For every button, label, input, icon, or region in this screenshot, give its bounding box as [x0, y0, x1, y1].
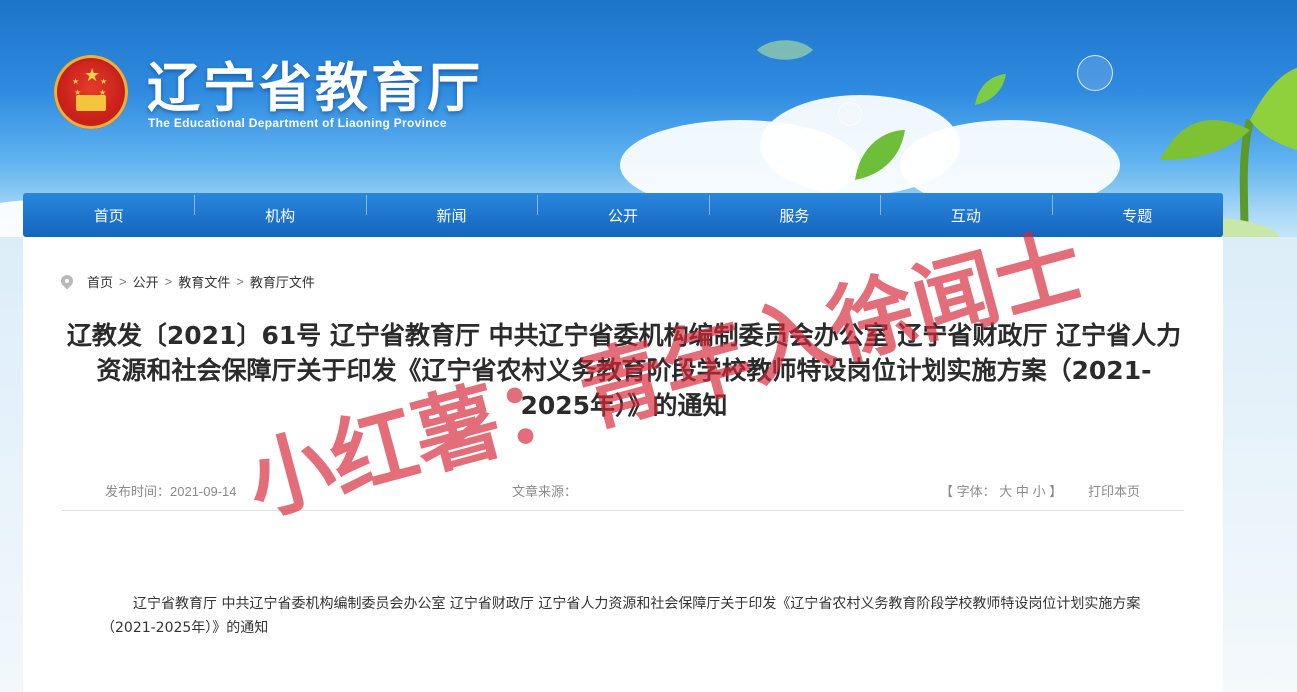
nav-item-news[interactable]: 新闻: [365, 194, 537, 226]
font-size-small-link[interactable]: 小: [1033, 484, 1046, 499]
leaf-decoration: [855, 130, 905, 180]
page-side-band: [1223, 237, 1297, 692]
site-title: 辽宁省教育厅: [147, 58, 483, 119]
breadcrumb-item-public[interactable]: 公开: [133, 272, 159, 291]
font-size-control: 【 字体： 大 中 小 】: [940, 481, 1062, 500]
publish-time-value: 2021-09-14: [170, 484, 237, 499]
publish-time-label: 发布时间：: [105, 484, 171, 499]
font-size-open-bracket: 【: [940, 484, 954, 499]
breadcrumb-separator: >: [236, 274, 244, 289]
bubble-decoration: [1077, 55, 1113, 91]
font-size-medium-link[interactable]: 中: [1016, 484, 1029, 499]
article-source: 文章来源：: [512, 481, 577, 500]
divider: [62, 510, 1184, 511]
breadcrumb-separator: >: [164, 274, 173, 289]
article-body: 辽宁省教育厅 中共辽宁省委机构编制委员会办公室 辽宁省财政厅 辽宁省人力资源和社…: [101, 596, 1141, 636]
nav-item-topics[interactable]: 专题: [1051, 194, 1223, 226]
nav-item-organization[interactable]: 机构: [194, 194, 365, 226]
bubble-decoration: [838, 102, 862, 126]
nav-item-service[interactable]: 服务: [708, 194, 880, 226]
site-subtitle: The Educational Department of Liaoning P…: [148, 116, 447, 130]
breadcrumb-item-home[interactable]: 首页: [87, 272, 113, 291]
nav-item-interaction[interactable]: 互动: [880, 194, 1051, 226]
national-emblem-icon: ★ ★ ★ ★ ★: [54, 55, 128, 129]
page-side-band: [0, 237, 23, 692]
leaf-decoration: [757, 40, 813, 60]
font-size-label: 字体：: [956, 484, 996, 499]
leaf-decoration: [975, 74, 1006, 105]
breadcrumb-item-education-docs[interactable]: 教育文件: [178, 272, 230, 291]
location-pin-icon: [60, 275, 74, 289]
font-size-large-link[interactable]: 大: [999, 484, 1012, 499]
breadcrumb-separator: >: [119, 274, 127, 289]
main-nav: 首页 机构 新闻 公开 服务 互动 专题: [23, 193, 1223, 237]
font-size-close-bracket: 】: [1049, 484, 1063, 499]
source-label: 文章来源：: [512, 484, 578, 499]
breadcrumb-item-department-docs[interactable]: 教育厅文件: [250, 272, 315, 291]
nav-item-home[interactable]: 首页: [23, 205, 194, 226]
print-page-link[interactable]: 打印本页: [1088, 481, 1140, 500]
article-title: 辽教发〔2021〕61号 辽宁省教育厅 中共辽宁省委机构编制委员会办公室 辽宁省…: [66, 321, 1182, 420]
nav-item-public[interactable]: 公开: [537, 194, 708, 226]
publish-time: 发布时间：2021-09-14: [105, 481, 237, 500]
breadcrumb: 首页 > 公开 > 教育文件 > 教育厅文件: [60, 272, 315, 291]
